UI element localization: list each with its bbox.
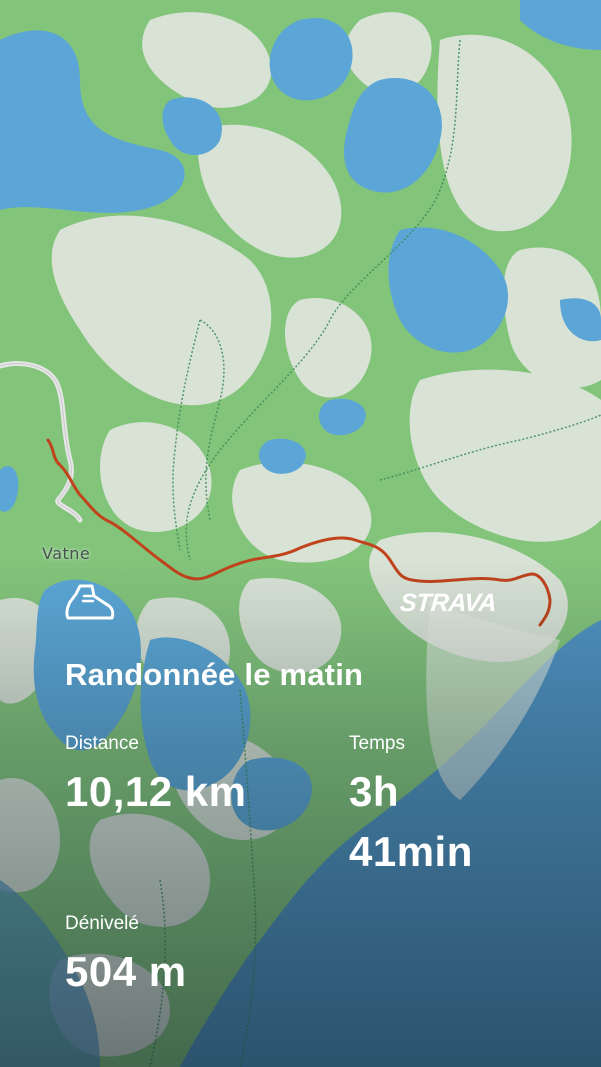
strava-logo: STRAVA [399,589,498,617]
time-value-minutes: 41min [349,828,473,875]
elevation-label: Dénivelé [65,913,139,934]
place-label-vatne: Vatne [42,544,91,563]
distance-label: Distance [65,733,139,754]
activity-title: Randonnée le matin [65,657,364,692]
elevation-value: 504 m [65,948,187,995]
distance-value: 10,12 km [65,768,247,815]
time-label: Temps [349,733,405,754]
time-value-hours: 3h [349,768,400,815]
hiking-boot-icon [62,582,118,626]
